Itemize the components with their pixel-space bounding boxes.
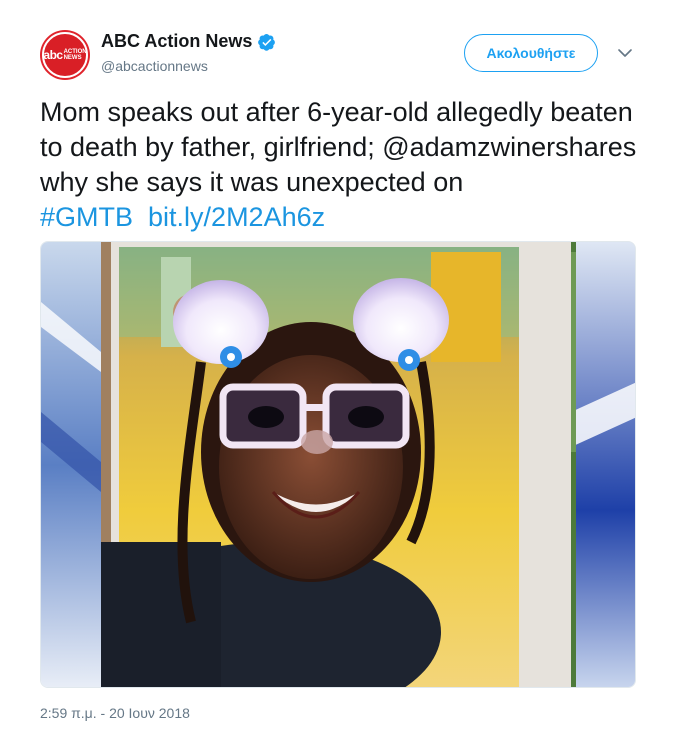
author-name-text[interactable]: ABC Action News [101,31,252,52]
follow-button[interactable]: Ακολουθήστε [464,34,598,72]
chevron-down-icon[interactable] [616,44,634,62]
avatar-logo-tag-line2: NEWS [63,55,82,61]
author-handle[interactable]: @abcactionnews [101,58,208,74]
url-link[interactable]: bit.ly/2M2Ah6z [148,202,325,232]
verified-badge-icon [258,33,276,51]
tweet-text-body: Mom speaks out after 6-year-old allegedl… [40,97,637,197]
tweet-text: Mom speaks out after 6-year-old allegedl… [40,95,640,235]
abc-action-news-logo: abc ACTION NEWS [42,32,88,78]
tweet-timestamp[interactable]: 2:59 π.μ. - 20 Ιουν 2018 [40,705,190,721]
photo-illustration [41,242,635,687]
author-name[interactable]: ABC Action News [101,31,276,52]
avatar[interactable]: abc ACTION NEWS [40,30,90,80]
hashtag-link[interactable]: #GMTB [40,202,133,232]
tweet-media-photo[interactable] [40,241,636,688]
avatar-logo-text: abc [43,48,63,62]
avatar-logo-tag: ACTION NEWS [64,49,87,61]
